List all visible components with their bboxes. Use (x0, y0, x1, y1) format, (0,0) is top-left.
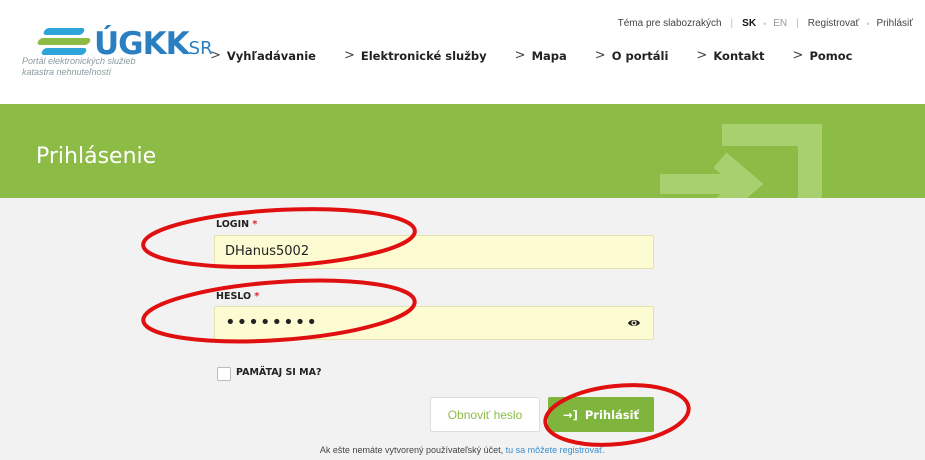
nav-item-label: Vyhľadávanie (226, 48, 316, 63)
login-button[interactable]: →] Prihlásiť (548, 397, 654, 432)
divider-dot: • (866, 18, 870, 29)
top-utility-bar: Téma pre slabozrakých | SK • EN | Regist… (618, 18, 913, 29)
nav-item-label: O portáli (611, 48, 669, 63)
login-input[interactable]: DHanus5002 (214, 235, 654, 269)
chevron-right-icon: > (514, 48, 526, 63)
page-title: Prihlásenie (36, 144, 157, 169)
chevron-right-icon: > (210, 48, 221, 63)
login-label: LOGIN * (216, 219, 258, 230)
header: ÚGKKSR Portál elektronických služieb kat… (0, 0, 925, 104)
login-input-value: DHanus5002 (225, 244, 310, 259)
register-note: Ak ešte nemáte vytvorený používateľský ú… (319, 445, 606, 455)
nav-item-label: Mapa (531, 48, 567, 63)
register-link[interactable]: Registrovať (808, 18, 860, 29)
login-link[interactable]: Prihlásiť (876, 18, 913, 29)
reset-password-button[interactable]: Obnoviť heslo (430, 397, 540, 432)
remember-me-label: PAMÄTAJ SI MA? (236, 367, 322, 378)
chevron-right-icon: > (792, 48, 804, 63)
nav-item-pomoc[interactable]: > Pomoc (793, 48, 853, 63)
chevron-right-icon: > (696, 48, 708, 63)
nav-item-label: Kontakt (713, 48, 765, 63)
lang-en[interactable]: EN (773, 18, 787, 29)
divider: | (796, 18, 799, 29)
remember-me-checkbox[interactable] (217, 367, 231, 381)
nav-item-label: Elektronické služby (360, 48, 487, 63)
theme-link[interactable]: Téma pre slabozrakých (618, 18, 722, 29)
divider-dot: • (763, 18, 767, 29)
login-arrow-decoration-icon (660, 124, 822, 198)
tagline: Portál elektronických služieb katastra n… (22, 56, 136, 77)
chevron-right-icon: > (594, 48, 606, 63)
password-input[interactable]: •••••••• (214, 306, 654, 340)
nav-item-o-portali[interactable]: > O portáli (595, 48, 669, 63)
nav-item-label: Pomoc (809, 48, 853, 63)
login-button-label: Prihlásiť (584, 407, 640, 422)
nav-item-elektronicke-sluzby[interactable]: > Elektronické služby (344, 48, 487, 63)
eye-icon[interactable] (627, 317, 641, 329)
chevron-right-icon: > (343, 48, 355, 63)
password-input-value: •••••••• (225, 312, 318, 333)
login-icon: →] (562, 407, 578, 422)
password-label: HESLO * (216, 291, 260, 302)
main-nav: > Vyhľadávanie > Elektronické služby > M… (210, 48, 880, 63)
lang-sk[interactable]: SK (742, 18, 756, 29)
register-note-link[interactable]: tu sa môžete registrovať. (506, 445, 605, 455)
divider: | (730, 18, 734, 29)
nav-item-mapa[interactable]: > Mapa (515, 48, 567, 63)
page-banner: Prihlásenie (0, 104, 925, 198)
nav-item-vyhladavanie[interactable]: > Vyhľadávanie (210, 48, 316, 63)
nav-item-kontakt[interactable]: > Kontakt (696, 48, 764, 63)
